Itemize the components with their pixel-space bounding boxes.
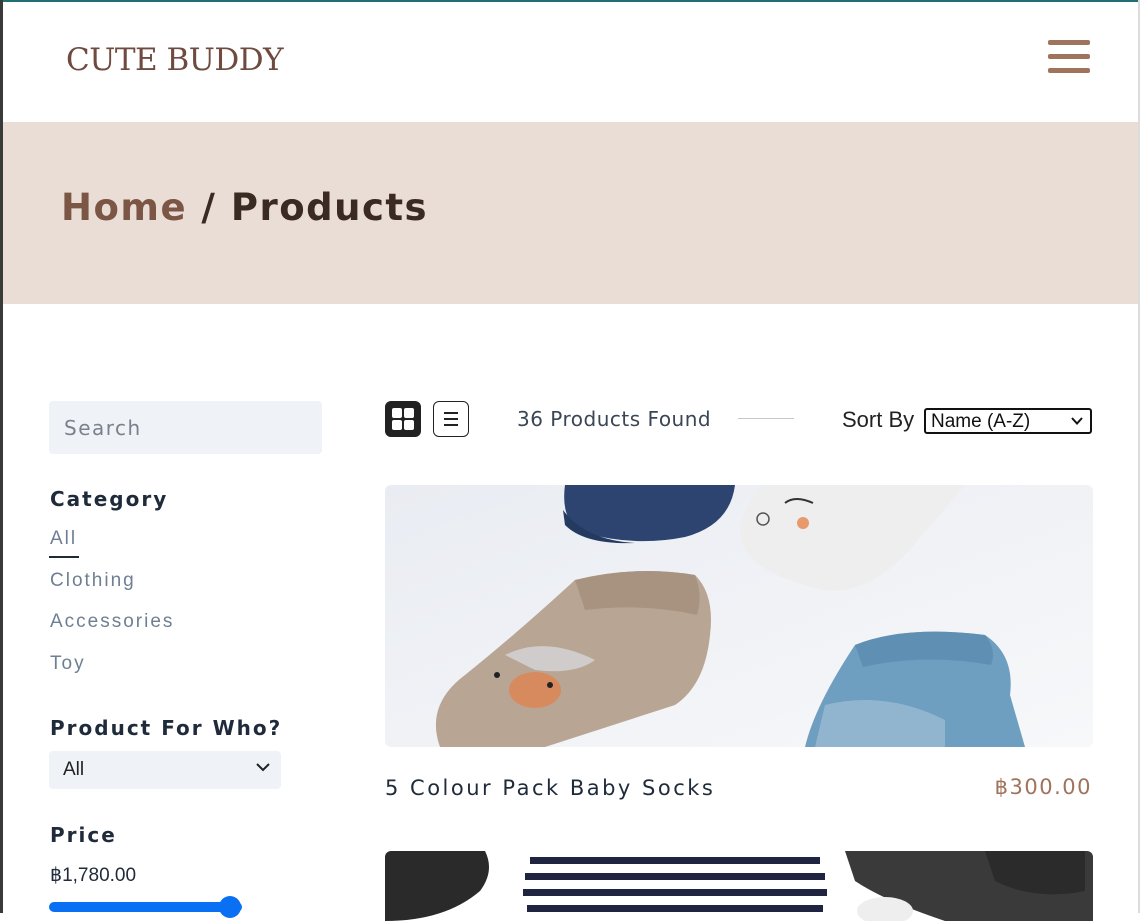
breadcrumb: Home / Products [61, 186, 428, 229]
product-for-who-select[interactable]: All [49, 751, 281, 789]
sort-by-select[interactable]: Name (A-Z) [924, 408, 1092, 434]
grid-view-button[interactable] [385, 401, 421, 437]
breadcrumb-home-link[interactable]: Home [61, 186, 187, 229]
price-slider-thumb[interactable] [219, 896, 241, 918]
product-image-2[interactable] [385, 851, 1093, 921]
category-active-underline [49, 556, 79, 558]
category-toy[interactable]: Toy [50, 653, 86, 675]
list-view-button[interactable] [433, 401, 469, 437]
category-heading: Category [50, 487, 169, 511]
search-input[interactable] [49, 401, 322, 454]
product-price: ฿300.00 [994, 775, 1092, 799]
product-for-who-heading: Product For Who? [50, 716, 283, 740]
category-accessories[interactable]: Accessories [50, 611, 174, 633]
category-all[interactable]: All [50, 528, 77, 550]
breadcrumb-separator: / [187, 186, 231, 229]
sort-by-label: Sort By [842, 407, 915, 432]
page-banner: Home / Products [3, 122, 1138, 304]
products-found-count: 36 Products Found [517, 407, 712, 431]
site-logo[interactable]: CUTE BUDDY [66, 42, 284, 78]
sort-by-value: Name (A-Z) [931, 411, 1031, 432]
menu-icon[interactable] [1048, 40, 1090, 78]
price-heading: Price [50, 823, 117, 847]
site-header: CUTE BUDDY [3, 2, 1138, 122]
chevron-down-icon [256, 763, 270, 772]
price-value: ฿1,780.00 [50, 865, 137, 886]
toolbar-divider [738, 418, 794, 419]
breadcrumb-current: Products [230, 186, 429, 229]
product-image-baby-socks[interactable] [385, 485, 1093, 747]
product-name[interactable]: 5 Colour Pack Baby Socks [385, 776, 715, 800]
price-slider-track[interactable] [49, 902, 242, 912]
chevron-down-icon [1071, 417, 1083, 425]
category-clothing[interactable]: Clothing [50, 570, 136, 592]
product-for-who-value: All [63, 759, 85, 780]
